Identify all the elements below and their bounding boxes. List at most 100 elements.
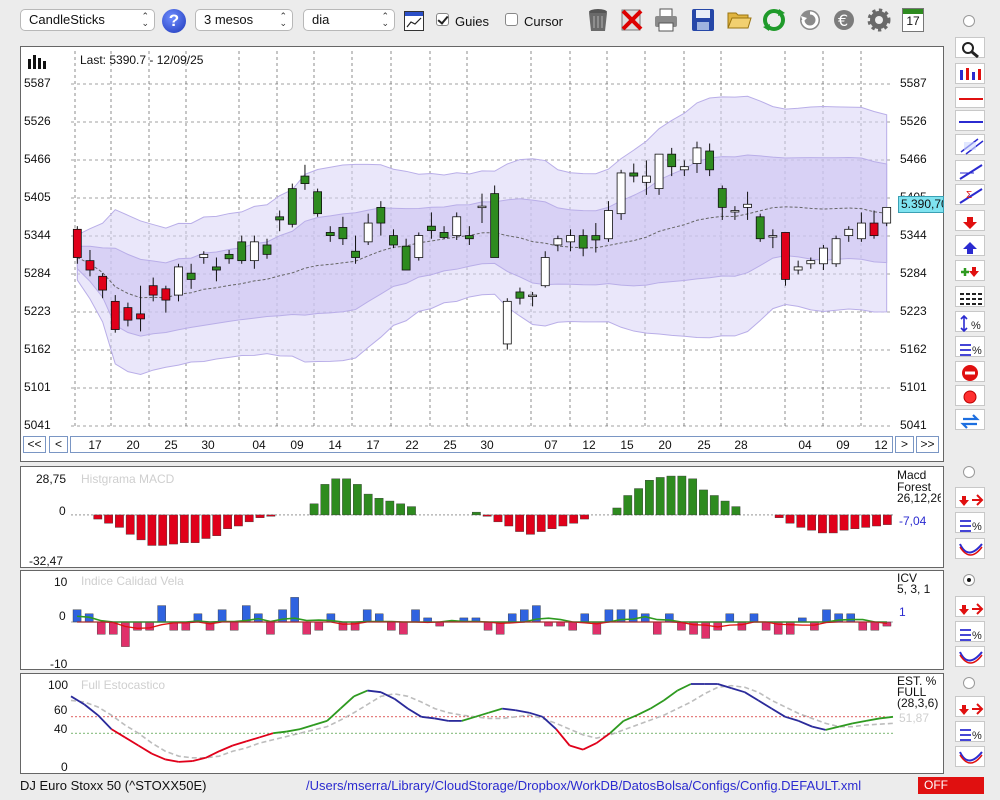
- scroll-left-button[interactable]: <: [49, 436, 68, 453]
- price-ytick-right: 5223: [900, 304, 927, 318]
- tool-button-channel[interactable]: [955, 134, 985, 155]
- candle-body: [819, 247, 828, 265]
- icv-panel-radio[interactable]: [963, 574, 975, 586]
- tool-button-record[interactable]: [955, 385, 985, 406]
- stochastic-ytick-40: 40: [54, 722, 68, 736]
- candle-body: [262, 244, 272, 255]
- tool-button-arrow-down[interactable]: [955, 210, 985, 231]
- indicator-move-signal-button[interactable]: [955, 487, 985, 508]
- macd-ytick-bottom: -32,47: [29, 554, 64, 568]
- candle: [882, 206, 892, 227]
- tool-button-horizontal-line-red[interactable]: [955, 87, 985, 108]
- tool-button-horizontal-line-blue[interactable]: [955, 110, 985, 131]
- tool-button-trend-line[interactable]: [955, 160, 985, 181]
- indicator-move-signal-button[interactable]: [955, 596, 985, 617]
- guides-checkbox[interactable]: [436, 13, 449, 26]
- macd-bar: [136, 514, 146, 541]
- tool-button-candle-view[interactable]: [955, 63, 985, 84]
- cursor-checkbox[interactable]: [505, 13, 518, 26]
- refresh-icon[interactable]: [761, 7, 787, 33]
- open-folder-icon[interactable]: [726, 7, 752, 33]
- move-signal-icon: [959, 603, 984, 615]
- update-icon[interactable]: [797, 7, 823, 33]
- candle-body: [439, 232, 449, 238]
- macd-bar: [169, 514, 178, 545]
- tool-button-zoom[interactable]: [955, 37, 985, 58]
- interval-select[interactable]: dia ⌃ ⌄: [303, 9, 395, 31]
- macd-bar: [309, 503, 319, 516]
- date-tick: 25: [164, 438, 178, 452]
- delete-icon[interactable]: [619, 7, 645, 33]
- macd-panel[interactable]: Histgrama MACD 28,75 0 -32,47 Macd Fores…: [20, 466, 944, 568]
- stochastic-k-segment: [97, 714, 113, 730]
- candle-body: [856, 222, 866, 240]
- trash-icon[interactable]: [585, 7, 611, 33]
- price-chart-panel[interactable]: Last: 5390.7 - 12/09/25: [20, 46, 944, 462]
- icv-bar: [822, 609, 831, 623]
- icv-bar: [157, 605, 166, 623]
- indicator-curve-style-button[interactable]: [955, 646, 985, 667]
- date-tick: 14: [328, 438, 342, 452]
- scroll-right-button[interactable]: >: [895, 436, 914, 453]
- candle-body: [743, 203, 752, 208]
- record-icon: [963, 390, 977, 404]
- candle-body: [300, 175, 310, 184]
- period-select[interactable]: 3 mesos ⌃ ⌄: [195, 9, 293, 31]
- tool-button-swap[interactable]: [955, 409, 985, 430]
- currency-icon[interactable]: €: [831, 7, 857, 33]
- gear-icon[interactable]: [866, 7, 892, 33]
- stochastic-panel-radio[interactable]: [963, 677, 975, 689]
- tool-button-percent-lines[interactable]: %: [955, 336, 985, 357]
- icv-bar: [133, 621, 142, 631]
- chart-type-select[interactable]: CandleSticks ⌃ ⌄: [20, 9, 155, 31]
- tool-button-add-signals[interactable]: [955, 260, 985, 281]
- scroll-end-button[interactable]: >>: [916, 436, 939, 453]
- date-tick: 09: [836, 438, 850, 452]
- icv-panel[interactable]: Indice Calidad Vela 10 0 -10 ICV 5, 3, 1…: [20, 570, 944, 671]
- chart-settings-icon[interactable]: [404, 11, 424, 31]
- candle: [452, 212, 462, 240]
- indicator-curve-style-button[interactable]: [955, 538, 985, 559]
- print-icon[interactable]: [653, 7, 679, 33]
- tool-button-fibonacci[interactable]: Σ: [955, 184, 985, 205]
- help-icon[interactable]: ?: [162, 9, 186, 33]
- indicator-level-lines-button[interactable]: %: [955, 512, 985, 533]
- tool-button-no-entry[interactable]: [955, 361, 985, 382]
- calendar-icon[interactable]: 17: [902, 8, 924, 32]
- status-off-badge[interactable]: OFF: [918, 777, 984, 794]
- price-ytick-left: 5466: [24, 152, 51, 166]
- scroll-start-button[interactable]: <<: [23, 436, 46, 453]
- candle-body: [110, 300, 120, 330]
- macd-bar: [515, 514, 524, 532]
- date-tick: 17: [88, 438, 102, 452]
- candle-body: [692, 147, 702, 164]
- macd-bar: [850, 514, 860, 530]
- config-path[interactable]: /Users/mserra/Library/CloudStorage/Dropb…: [306, 778, 861, 793]
- tool-button-list-lines[interactable]: [955, 286, 985, 307]
- date-tick: 28: [734, 438, 748, 452]
- candle-body: [427, 225, 436, 231]
- guides-label: Guies: [455, 14, 489, 29]
- indicator-level-lines-button[interactable]: %: [955, 721, 985, 742]
- stochastic-k-segment: [165, 758, 179, 763]
- macd-panel-radio[interactable]: [963, 466, 975, 478]
- tool-button-percent-range[interactable]: %: [955, 311, 985, 332]
- save-icon[interactable]: [690, 7, 716, 33]
- macd-bar: [861, 514, 871, 528]
- price-ytick-left: 5344: [24, 228, 51, 242]
- stochastic-panel[interactable]: Full Estocastico 100 60 40 0 EST. % FULL…: [20, 673, 944, 774]
- macd-bar: [363, 493, 373, 516]
- icv-bar: [96, 621, 106, 635]
- macd-bar: [774, 514, 784, 518]
- indicator-curve-style-button[interactable]: [955, 746, 985, 767]
- candle-body: [123, 307, 133, 321]
- price-panel-radio[interactable]: [963, 15, 975, 27]
- indicator-level-lines-button[interactable]: %: [955, 621, 985, 642]
- stochastic-k-segment: [178, 760, 193, 763]
- price-chart[interactable]: [21, 47, 943, 437]
- candle-body: [199, 253, 209, 258]
- indicator-move-signal-button[interactable]: [955, 696, 985, 717]
- tool-button-arrow-up[interactable]: [955, 235, 985, 256]
- date-tick: 25: [443, 438, 457, 452]
- macd-bar: [407, 506, 416, 516]
